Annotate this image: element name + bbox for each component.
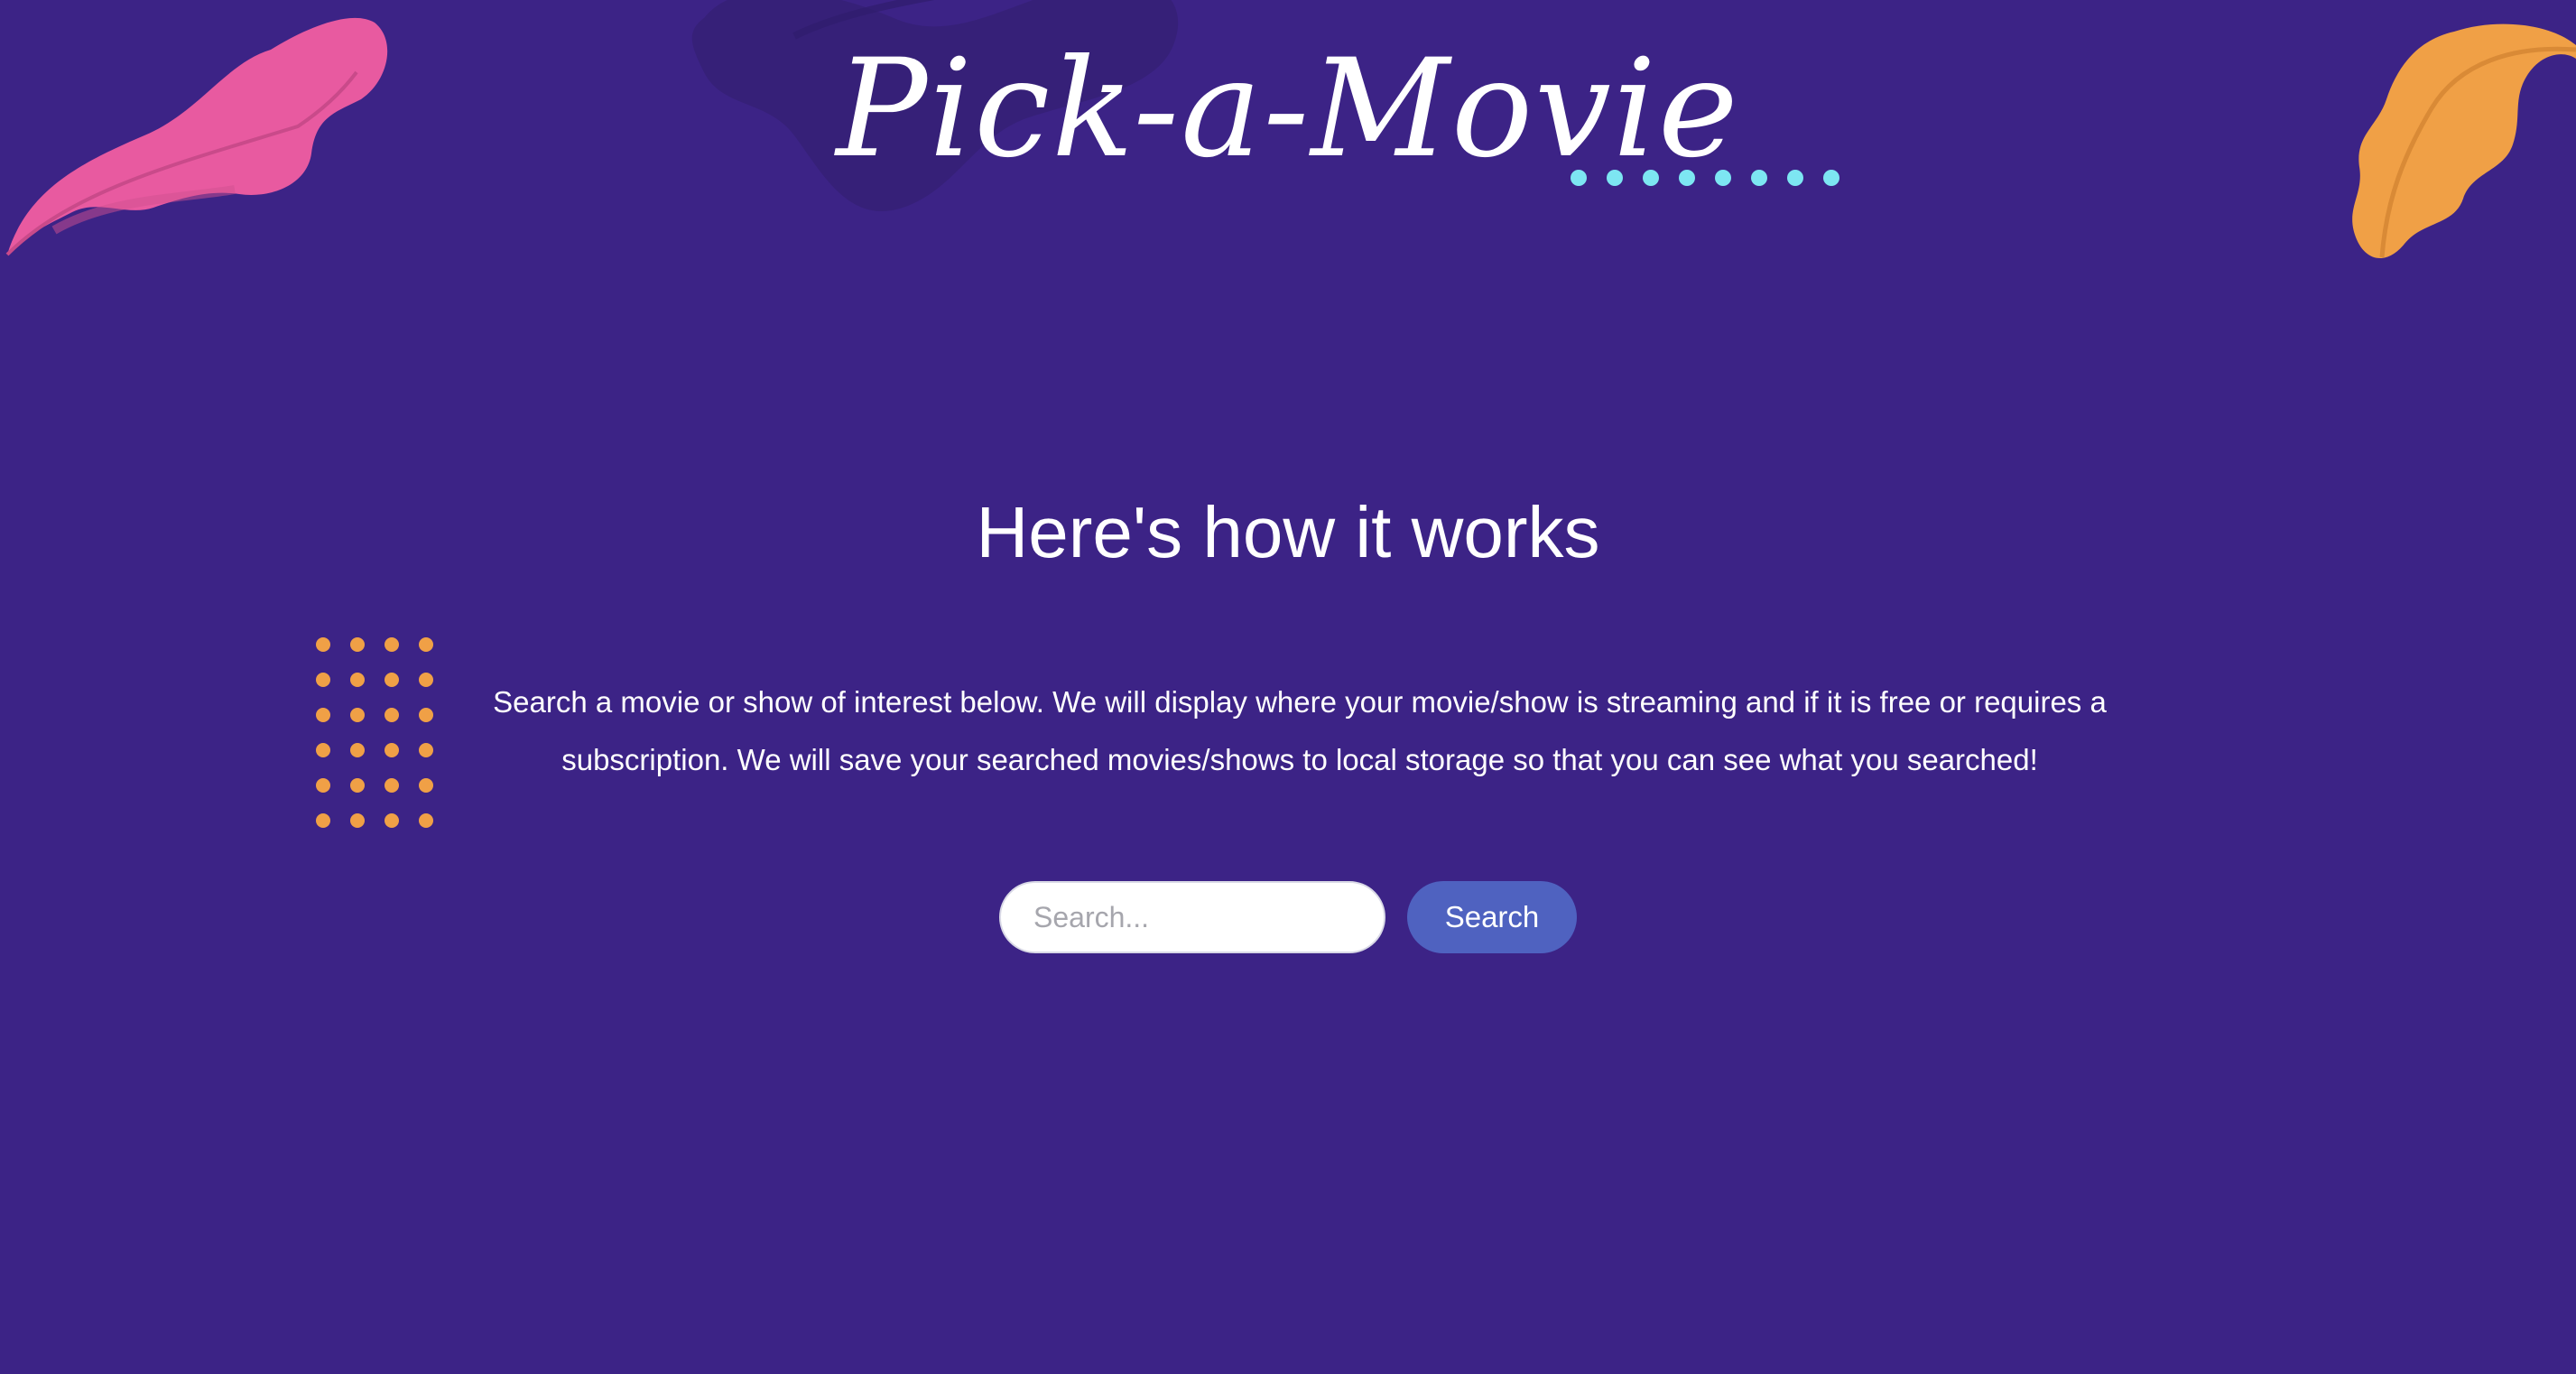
orange-dot — [385, 813, 399, 828]
cyan-dot — [1571, 170, 1587, 186]
page: Pick-a-Movie Here's how it works Search … — [0, 0, 2576, 1374]
cyan-dot — [1715, 170, 1731, 186]
cyan-dot — [1787, 170, 1803, 186]
cyan-dot — [1679, 170, 1695, 186]
how-it-works-heading: Here's how it works — [976, 492, 1600, 572]
cyan-dot — [1643, 170, 1659, 186]
orange-dot — [350, 708, 365, 722]
search-button[interactable]: Search — [1407, 881, 1577, 953]
orange-dot — [419, 743, 433, 757]
orange-dot — [350, 778, 365, 793]
orange-dot — [419, 778, 433, 793]
orange-dot — [385, 743, 399, 757]
cyan-dot — [1823, 170, 1839, 186]
orange-dot — [350, 637, 365, 652]
instructions-text: Search a movie or show of interest below… — [493, 685, 2107, 776]
orange-dot — [316, 673, 330, 687]
cyan-dots-decoration — [1571, 170, 1839, 186]
cyan-dot — [1607, 170, 1623, 186]
orange-dot — [316, 778, 330, 793]
site-title: Pick-a-Movie — [836, 31, 1740, 188]
orange-dot — [350, 673, 365, 687]
orange-dot — [316, 743, 330, 757]
search-form: Search — [0, 881, 2576, 953]
orange-dot — [419, 637, 433, 652]
orange-dot — [385, 673, 399, 687]
orange-dot — [419, 708, 433, 722]
orange-dot — [419, 673, 433, 687]
orange-dot — [316, 708, 330, 722]
orange-dot — [316, 637, 330, 652]
orange-dot — [350, 743, 365, 757]
orange-dot — [385, 637, 399, 652]
search-input[interactable] — [999, 881, 1385, 953]
orange-dot-grid-decoration — [316, 637, 433, 828]
orange-dot — [385, 778, 399, 793]
orange-dot — [350, 813, 365, 828]
cyan-dot — [1751, 170, 1767, 186]
orange-dot — [385, 708, 399, 722]
orange-dot — [419, 813, 433, 828]
orange-dot — [316, 813, 330, 828]
